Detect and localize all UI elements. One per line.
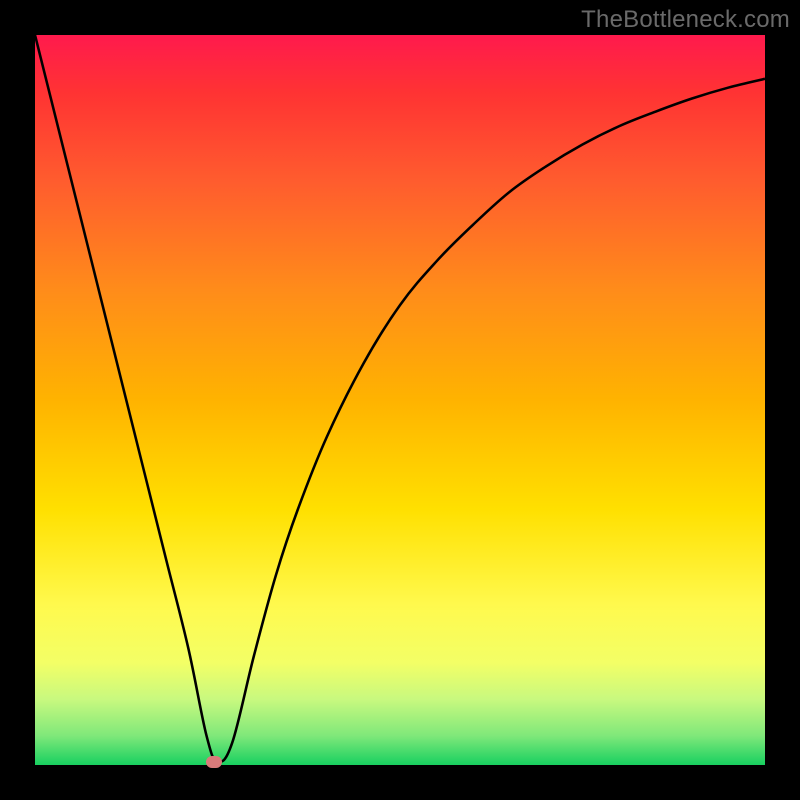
chart-container: TheBottleneck.com [0,0,800,800]
watermark-text: TheBottleneck.com [581,6,790,34]
plot-area [35,35,765,765]
bottleneck-curve [35,35,765,762]
optimum-marker [206,756,222,768]
curve-svg [35,35,765,765]
